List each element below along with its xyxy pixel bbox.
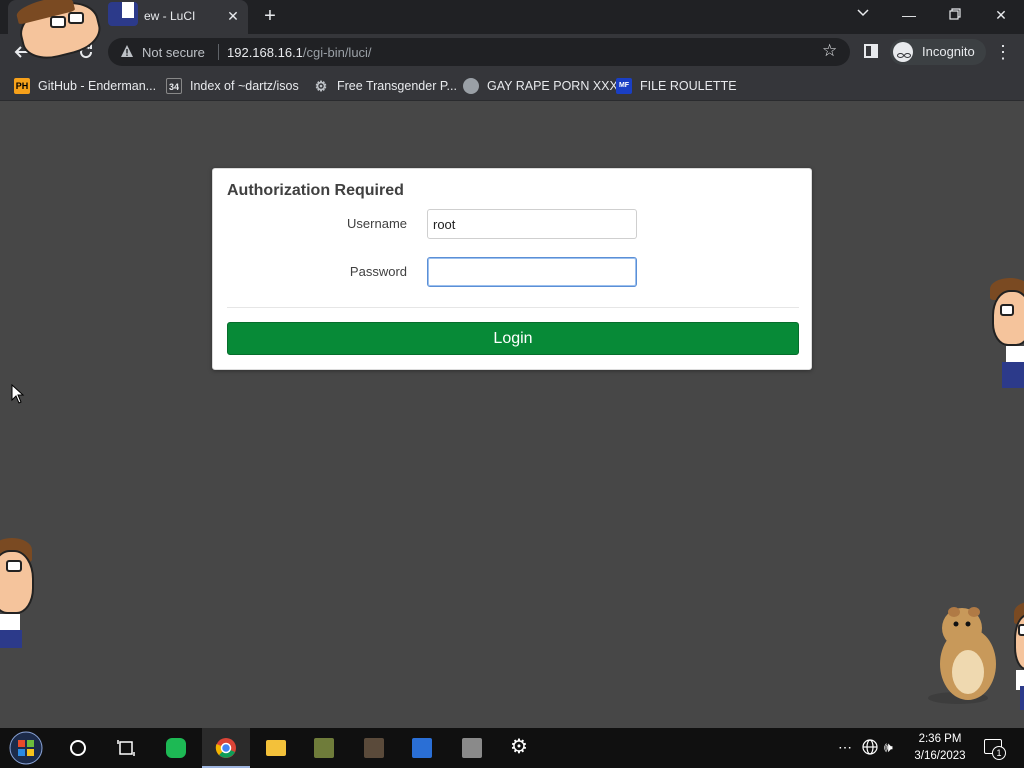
- cartoon-character-left: [0, 536, 40, 656]
- password-label: Password: [349, 264, 407, 279]
- folder-icon: [266, 740, 286, 756]
- taskbar-app-game1[interactable]: [300, 728, 348, 768]
- address-bar[interactable]: Not secure 192.168.16.1/cgi-bin/luci/ ☆: [108, 38, 850, 66]
- password-input[interactable]: [427, 257, 637, 287]
- network-globe-icon[interactable]: [862, 739, 878, 755]
- cartoon-character-right: [988, 276, 1024, 396]
- new-tab-button[interactable]: +: [258, 5, 282, 29]
- restore-button[interactable]: [942, 4, 968, 26]
- taskbar-app-4[interactable]: [448, 728, 496, 768]
- system-clock[interactable]: 2:36 PM 3/16/2023: [910, 731, 970, 765]
- gear-icon: ⚙: [510, 736, 528, 758]
- game-icon: [314, 738, 334, 758]
- bookmark-item[interactable]: GAY RAPE PORN XXX: [463, 76, 618, 96]
- login-button[interactable]: Login: [227, 322, 799, 355]
- minimize-button[interactable]: —: [896, 4, 922, 26]
- taskbar-app-explorer[interactable]: [252, 728, 300, 768]
- browser-tab-strip: ew - LuCI ✕ + — ✕: [0, 0, 1024, 34]
- bookmark-item[interactable]: MF FILE ROULETTE: [616, 76, 737, 96]
- security-status-label[interactable]: Not secure: [142, 45, 205, 60]
- file-roulette-icon: MF: [616, 78, 632, 94]
- cartoon-character-top-left: [14, 0, 140, 65]
- bookmark-item[interactable]: PH GitHub - Enderman...: [14, 76, 156, 96]
- windows-taskbar: ⚙ ⋯ 🕪 2:36 PM 3/16/2023 1: [0, 728, 1024, 768]
- form-divider: [227, 307, 799, 308]
- show-hidden-icons-icon[interactable]: ⋯: [838, 739, 852, 756]
- hamster-image: [920, 600, 1024, 710]
- incognito-label: Incognito: [922, 44, 975, 59]
- taskbar-app-chat[interactable]: [152, 728, 200, 768]
- username-label: Username: [347, 216, 407, 231]
- taskbar-settings[interactable]: ⚙: [496, 728, 544, 768]
- taskbar-app-3[interactable]: [398, 728, 446, 768]
- taskbar-app-game2[interactable]: [350, 728, 398, 768]
- gear-favicon-icon: ⚙: [314, 78, 328, 94]
- tab-close-icon[interactable]: ✕: [224, 7, 242, 25]
- bookmark-label: GitHub - Enderman...: [38, 79, 157, 93]
- notification-count-badge: 1: [992, 746, 1006, 760]
- taskbar-app-chrome[interactable]: [202, 728, 250, 768]
- browser-menu-icon[interactable]: ⋮: [994, 39, 1012, 65]
- index-icon: 34: [166, 78, 182, 94]
- incognito-badge[interactable]: Incognito: [890, 39, 986, 65]
- chrome-icon: [215, 738, 236, 758]
- login-title: Authorization Required: [227, 182, 404, 199]
- clock-date: 3/16/2023: [914, 750, 966, 762]
- volume-icon[interactable]: 🕪: [884, 739, 893, 756]
- bookmark-item[interactable]: ⚙ Free Transgender P...: [313, 76, 457, 96]
- page-content: Authorization Required Username Password…: [0, 102, 1024, 728]
- task-view-button[interactable]: [102, 728, 150, 768]
- url-host: 192.168.16.1: [227, 45, 303, 60]
- tab-title: ew - LuCI: [144, 9, 196, 23]
- tab-search-chevron-icon[interactable]: [850, 4, 876, 26]
- ph-icon: PH: [14, 78, 30, 94]
- browser-toolbar: Not secure 192.168.16.1/cgi-bin/luci/ ☆ …: [0, 34, 1024, 70]
- side-panel-icon[interactable]: [864, 44, 878, 58]
- bookmark-item[interactable]: 34 Index of ~dartz/isos: [166, 76, 299, 96]
- bookmark-star-icon[interactable]: ☆: [822, 41, 837, 61]
- omnibox-divider: [218, 44, 219, 60]
- bookmark-label: FILE ROULETTE: [640, 79, 737, 93]
- globe-icon: [463, 78, 479, 94]
- incognito-icon: [893, 42, 913, 62]
- login-card: Authorization Required Username Password…: [212, 168, 812, 370]
- task-view-icon: [117, 740, 135, 756]
- url-text[interactable]: 192.168.16.1/cgi-bin/luci/: [227, 45, 372, 60]
- start-button[interactable]: [2, 728, 50, 768]
- bookmark-label: Free Transgender P...: [337, 79, 457, 93]
- bookmark-label: GAY RAPE PORN XXX: [487, 79, 618, 93]
- close-window-button[interactable]: ✕: [988, 4, 1014, 26]
- url-path: /cgi-bin/luci/: [302, 45, 372, 60]
- mouse-cursor-icon: [11, 384, 25, 404]
- windows-logo-icon: [9, 731, 43, 765]
- bookmarks-bar: PH GitHub - Enderman... 34 Index of ~dar…: [0, 70, 1024, 101]
- app-icon: [412, 738, 432, 758]
- username-input[interactable]: [427, 209, 637, 239]
- chat-icon: [166, 738, 186, 758]
- game-icon: [364, 738, 384, 758]
- clock-time: 2:36 PM: [918, 733, 962, 745]
- search-circle-icon: [70, 740, 86, 756]
- search-button[interactable]: [54, 728, 102, 768]
- app-icon: [462, 738, 482, 758]
- bookmark-label: Index of ~dartz/isos: [190, 79, 299, 93]
